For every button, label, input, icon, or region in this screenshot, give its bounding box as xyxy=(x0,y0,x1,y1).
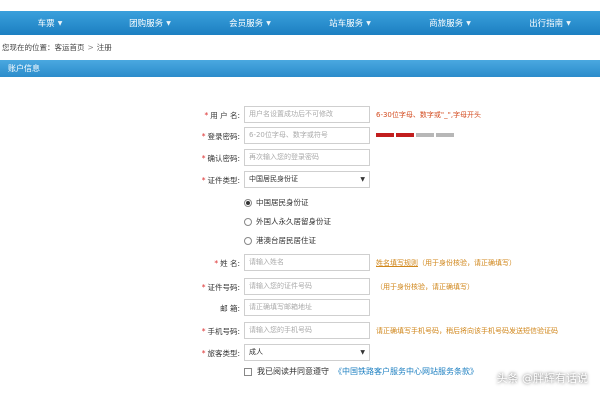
required-marker: * xyxy=(201,349,206,358)
name-hint: 姓名填写规则（用于身份核验，请正确填写） xyxy=(376,259,516,267)
password-label: * 登录密码: xyxy=(201,132,240,141)
radio-selected-icon[interactable] xyxy=(244,198,252,207)
strength-segment xyxy=(396,133,414,137)
password-strength-meter xyxy=(376,133,454,137)
id-type-select[interactable]: 中国居民身份证 ▼ xyxy=(244,171,370,188)
chevron-down-icon: ▼ xyxy=(366,19,371,27)
nav-item-travel-guide[interactable]: 出行指南 ▼ xyxy=(500,11,600,35)
name-rules-link[interactable]: 姓名填写规则 xyxy=(376,259,418,267)
terms-text: 我已阅读并同意遵守 xyxy=(257,367,329,376)
id-number-hint: （用于身份核验，请正确填写） xyxy=(376,283,474,291)
confirm-password-input[interactable]: 再次输入您的登录密码 xyxy=(244,149,370,166)
required-marker: * xyxy=(201,176,206,185)
id-type-label: * 证件类型: xyxy=(201,176,240,185)
required-marker: * xyxy=(214,259,219,268)
dropdown-arrow-icon: ▼ xyxy=(360,349,365,356)
watermark-text: 头条 @胖辉有话说 xyxy=(496,372,589,385)
phone-hint: 请正确填写手机号码，稍后将向该手机号码发送短信验证码 xyxy=(376,327,558,335)
required-marker: * xyxy=(201,327,206,336)
radio-icon[interactable] xyxy=(244,217,252,226)
breadcrumb-home-link[interactable]: 客运首页 xyxy=(55,43,85,52)
chevron-down-icon: ▼ xyxy=(166,19,171,27)
username-hint: 6-30位字母、数字或"_",字母开头 xyxy=(376,111,482,119)
terms-link[interactable]: 《中国铁路客户服务中心网站服务条款》 xyxy=(334,366,478,377)
nav-item-group-service[interactable]: 团购服务 ▼ xyxy=(100,11,200,35)
required-marker: * xyxy=(201,154,206,163)
chevron-down-icon: ▼ xyxy=(566,19,571,27)
terms-checkbox[interactable] xyxy=(244,367,252,376)
name-input[interactable]: 请输入姓名 xyxy=(244,254,370,271)
breadcrumb: 您现在的位置：客运首页 > 注册 xyxy=(2,42,112,53)
chevron-down-icon: ▼ xyxy=(466,19,471,27)
strength-segment xyxy=(416,133,434,137)
email-input[interactable]: 请正确填写邮箱地址 xyxy=(244,299,370,316)
username-label: * 用 户 名: xyxy=(204,111,240,120)
required-marker: * xyxy=(201,132,206,141)
nav-item-business-travel[interactable]: 商旅服务 ▼ xyxy=(400,11,500,35)
top-nav: 车票 ▼ 团购服务 ▼ 会员服务 ▼ 站车服务 ▼ 商旅服务 ▼ 出行指南 ▼ xyxy=(0,11,600,35)
username-input[interactable]: 用户名设置成功后不可修改 xyxy=(244,106,370,123)
id-option-resident-id[interactable]: 中国居民身份证 xyxy=(244,197,309,208)
watermark: 头条 @胖辉有话说 xyxy=(497,370,589,386)
id-option-foreigner-permit[interactable]: 外国人永久居留身份证 xyxy=(244,216,331,227)
id-number-label: * 证件号码: xyxy=(201,283,240,292)
strength-segment xyxy=(436,133,454,137)
id-option-hk-macao-taiwan-permit[interactable]: 港澳台居民居住证 xyxy=(244,235,316,246)
chevron-down-icon: ▼ xyxy=(57,19,63,27)
phone-input[interactable]: 请输入您的手机号码 xyxy=(244,322,370,339)
email-label: 邮 箱: xyxy=(220,304,240,313)
radio-icon[interactable] xyxy=(244,236,252,245)
nav-item-member-service[interactable]: 会员服务 ▼ xyxy=(200,11,300,35)
strength-segment xyxy=(376,133,394,137)
phone-label: * 手机号码: xyxy=(201,327,240,336)
required-marker: * xyxy=(201,283,206,292)
password-input[interactable]: 6-20位字母、数字或符号 xyxy=(244,127,370,144)
nav-item-tickets[interactable]: 车票 ▼ xyxy=(0,11,100,35)
chevron-down-icon: ▼ xyxy=(266,19,271,27)
section-title: 账户信息 xyxy=(8,64,40,73)
breadcrumb-separator: > xyxy=(87,43,94,52)
breadcrumb-prefix: 您现在的位置： xyxy=(2,43,55,52)
passenger-type-label: * 旅客类型: xyxy=(201,349,240,358)
section-header-account-info: 账户信息 xyxy=(0,60,600,77)
confirm-password-label: * 确认密码: xyxy=(201,154,240,163)
required-marker: * xyxy=(204,111,209,120)
terms-agreement: 我已阅读并同意遵守 《中国铁路客户服务中心网站服务条款》 xyxy=(244,366,478,377)
dropdown-arrow-icon: ▼ xyxy=(360,176,365,183)
breadcrumb-current: 注册 xyxy=(96,43,112,52)
nav-item-station-service[interactable]: 站车服务 ▼ xyxy=(300,11,400,35)
passenger-type-select[interactable]: 成人 ▼ xyxy=(244,344,370,361)
id-number-input[interactable]: 请输入您的证件号码 xyxy=(244,278,370,295)
name-label: * 姓 名: xyxy=(214,259,240,268)
